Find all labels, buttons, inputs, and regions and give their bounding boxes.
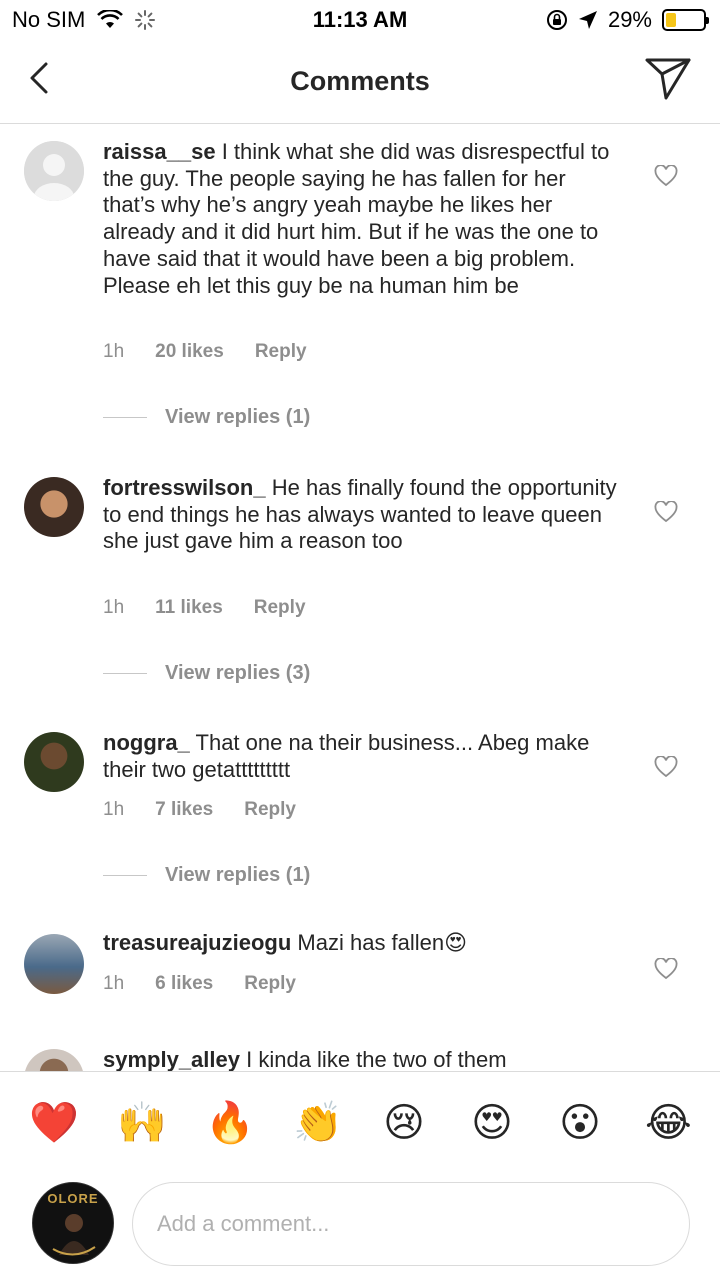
comment-time: 1h (103, 597, 125, 618)
comment-content: Mazi has fallen😍 (297, 930, 468, 955)
avatar[interactable] (24, 477, 84, 537)
comment-username[interactable]: raissa__se (103, 139, 216, 164)
header: Comments (0, 40, 720, 124)
emoji-button[interactable]: 🔥 (205, 1100, 255, 1146)
replies-divider-line (103, 417, 147, 418)
comment-username[interactable]: fortresswilson_ (103, 475, 266, 500)
comment-likes[interactable]: 11 likes (155, 597, 223, 619)
view-replies-label: View replies (1) (165, 406, 311, 428)
comment-likes[interactable]: 20 likes (155, 341, 224, 363)
comment-likes[interactable]: 6 likes (155, 973, 213, 995)
orientation-lock-icon (546, 10, 567, 30)
battery-percent: 29% (607, 7, 652, 32)
page-title: Comments (290, 66, 430, 96)
replies-divider-line (103, 875, 147, 876)
reply-button[interactable]: Reply (254, 597, 306, 619)
comment-time: 1h (103, 973, 125, 994)
comment-content: I kinda like the two of them (246, 1047, 507, 1071)
my-avatar[interactable]: OLORE (32, 1182, 114, 1264)
heart-icon[interactable] (654, 756, 678, 778)
comment-time: 1h (103, 799, 125, 820)
view-replies-button[interactable]: View replies (3) (103, 662, 310, 685)
comment-username[interactable]: treasureajuzieogu (103, 930, 291, 955)
avatar[interactable] (24, 732, 84, 792)
view-replies-button[interactable]: View replies (1) (103, 406, 310, 429)
heart-icon[interactable] (654, 958, 678, 980)
view-replies-button[interactable]: View replies (1) (103, 864, 310, 887)
comment-username[interactable]: symply_alley (103, 1047, 240, 1071)
comment-text: fortresswilson_ He has finally found the… (103, 475, 623, 555)
comment-text: raissa__se I think what she did was disr… (103, 139, 623, 299)
reply-button[interactable]: Reply (244, 799, 296, 821)
heart-icon[interactable] (654, 501, 678, 523)
view-replies-label: View replies (3) (165, 662, 311, 684)
emoji-quick-bar: ❤️ 🙌 🔥 👏 😢 😍 😮 😂 (0, 1071, 720, 1171)
emoji-button[interactable]: 🙌 (117, 1100, 167, 1146)
share-button[interactable] (644, 56, 692, 102)
comment-text: symply_alley I kinda like the two of the… (103, 1047, 623, 1071)
default-avatar-icon (24, 141, 84, 201)
comment-text: treasureajuzieogu Mazi has fallen😍 (103, 930, 623, 957)
avatar[interactable] (24, 1049, 84, 1071)
replies-divider-line (103, 673, 147, 674)
comment-time: 1h (103, 341, 125, 362)
view-replies-label: View replies (1) (165, 864, 311, 886)
comment-meta: 1h 11 likes Reply (103, 597, 337, 619)
comment-likes[interactable]: 7 likes (155, 799, 213, 821)
battery-icon (662, 9, 709, 31)
battery-fill (666, 13, 677, 27)
comment-input[interactable] (132, 1182, 690, 1266)
comment-meta: 1h 6 likes Reply (103, 973, 327, 995)
comment-username[interactable]: noggra_ (103, 730, 190, 755)
avatar-figure (52, 1214, 96, 1256)
location-arrow-icon (578, 11, 597, 29)
emoji-button[interactable]: 👏 (293, 1100, 343, 1146)
avatar[interactable] (24, 141, 84, 201)
comment-text: noggra_ That one na their business... Ab… (103, 730, 623, 783)
comment-composer: OLORE (0, 1172, 720, 1280)
status-bar: No SIM 11:13 AM 29% (0, 0, 720, 40)
comment-meta: 1h 20 likes Reply (103, 341, 338, 363)
paper-plane-icon (645, 58, 691, 100)
status-right: 29% (546, 7, 709, 33)
avatar[interactable] (24, 934, 84, 994)
emoji-button[interactable]: 😍 (469, 1100, 515, 1146)
comments-list[interactable]: raissa__se I think what she did was disr… (0, 125, 720, 1071)
emoji-button[interactable]: 😂 (645, 1100, 692, 1146)
heart-icon[interactable] (654, 165, 678, 187)
reply-button[interactable]: Reply (255, 341, 307, 363)
emoji-button[interactable]: ❤️ (29, 1100, 79, 1146)
emoji-button[interactable]: 😮 (557, 1100, 603, 1146)
emoji-button[interactable]: 😢 (381, 1100, 427, 1146)
reply-button[interactable]: Reply (244, 973, 296, 995)
comment-meta: 1h 7 likes Reply (103, 799, 327, 821)
